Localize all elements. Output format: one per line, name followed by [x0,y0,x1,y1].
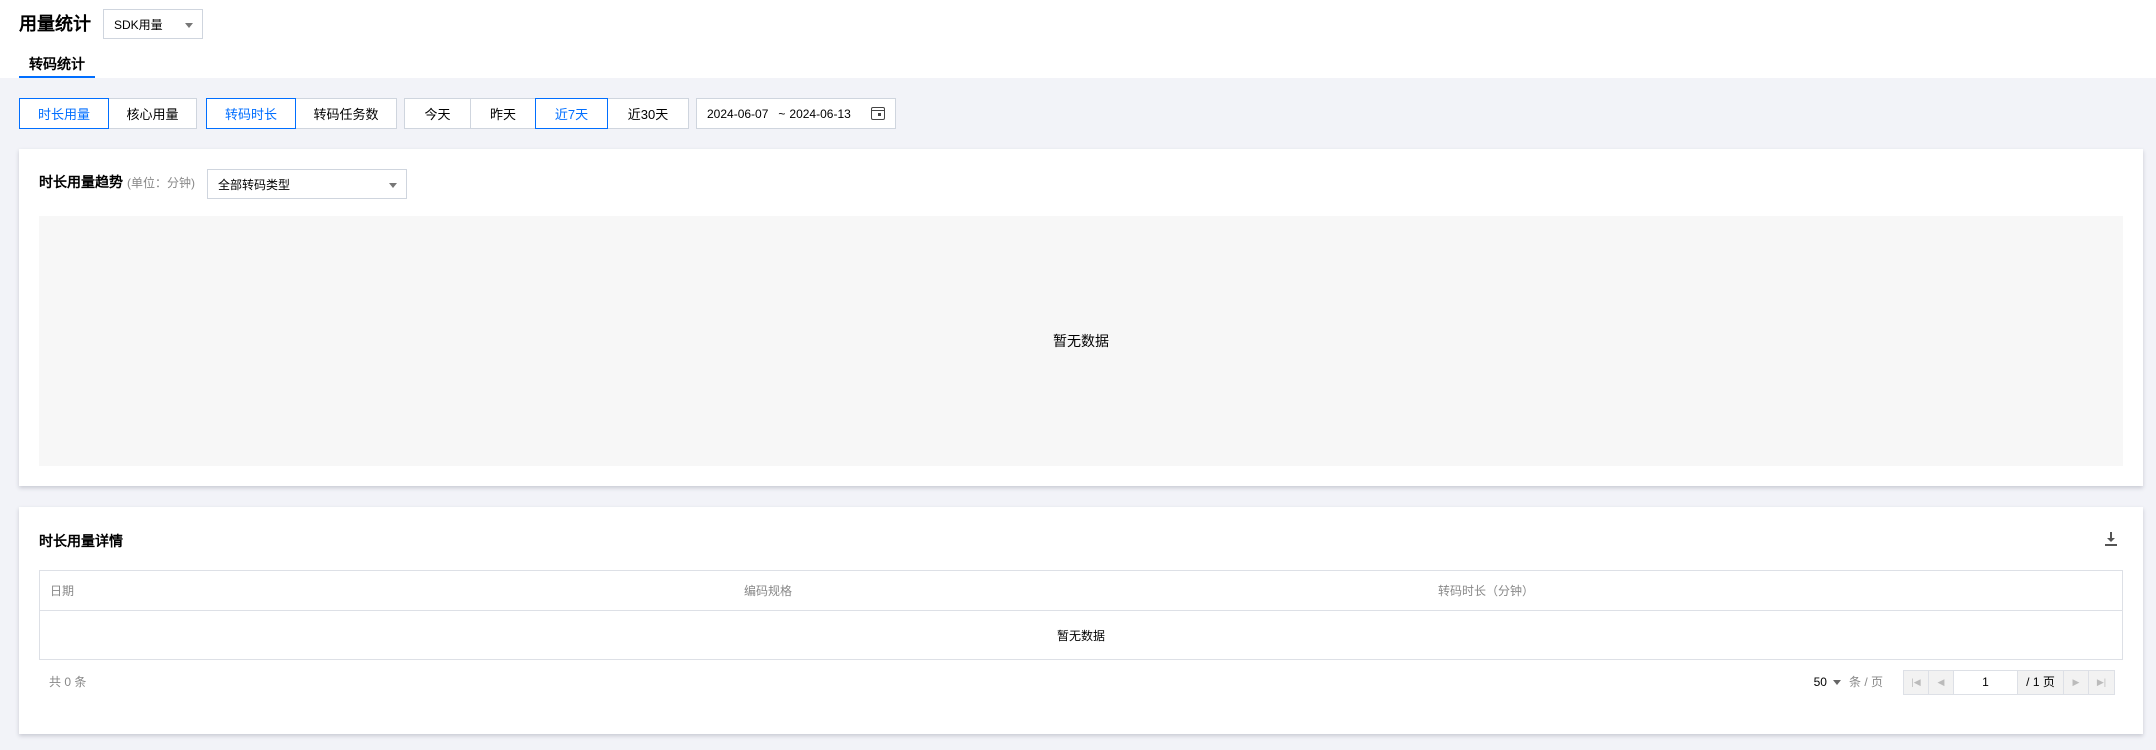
date-end: 2024-06-13 [789,106,851,121]
product-select[interactable]: SDK用量 [103,9,203,39]
date-separator: ~ [778,106,786,121]
column-date: 日期 [50,584,75,598]
transcode-type-select[interactable]: 全部转码类型 [207,169,407,199]
chevron-down-icon [389,183,397,188]
page-navigator: |◀ ◀ 1 / 1 页 ▶ ▶| [1903,670,2115,695]
page-total: / 1 页 [2018,671,2064,694]
page-size-select[interactable]: 50 条 / 页 [1814,670,1883,695]
date-range-group: 今天 昨天 近7天 近30天 [404,98,689,129]
chart-empty-state: 暂无数据 [39,216,2123,466]
first-page-icon[interactable]: |◀ [1904,671,1929,694]
tab-transcode-stats[interactable]: 转码统计 [19,55,95,78]
chevron-down-icon [1832,680,1841,685]
detail-table: 日期 编码规格 转码时长（分钟） 暂无数据 [39,570,2123,660]
total-count: 共 0 条 [49,675,87,689]
page-size-unit: 条 / 页 [1848,675,1883,689]
download-icon[interactable] [2105,532,2117,546]
detail-card: 时长用量详情 日期 编码规格 转码时长（分钟） 暂无数据 共 0 条 50 条 … [19,507,2143,734]
transcode-type-value: 全部转码类型 [218,177,291,192]
range-yesterday-button[interactable]: 昨天 [470,98,536,129]
page-title: 用量统计 [19,14,91,34]
usage-core-button[interactable]: 核心用量 [108,98,197,129]
range-7days-button[interactable]: 近7天 [535,98,608,129]
trend-title-text: 时长用量趋势 [39,174,123,190]
detail-title: 时长用量详情 [39,533,123,549]
page-size-value: 50 [1813,675,1827,689]
last-page-icon[interactable]: ▶| [2089,671,2114,694]
page-number-input[interactable]: 1 [1954,671,2018,694]
usage-type-group: 时长用量 核心用量 [19,98,197,129]
table-header: 日期 编码规格 转码时长（分钟） [40,571,2122,611]
next-page-icon[interactable]: ▶ [2064,671,2089,694]
trend-title: 时长用量趋势 (单位：分钟) [39,172,195,192]
trend-unit: (单位：分钟) [127,176,195,190]
column-encoding-spec: 编码规格 [744,584,793,598]
calendar-icon[interactable] [871,107,885,120]
column-transcode-duration: 转码时长（分钟） [1438,584,1535,598]
table-empty-state: 暂无数据 [1056,628,1105,643]
product-select-value: SDK用量 [114,17,163,32]
range-today-button[interactable]: 今天 [404,98,471,129]
metric-transcode-tasks-button[interactable]: 转码任务数 [295,98,397,129]
date-start: 2024-06-07 [707,106,769,121]
trend-card: 时长用量趋势 (单位：分钟) 全部转码类型 暂无数据 [19,149,2143,486]
metric-transcode-duration-button[interactable]: 转码时长 [206,98,296,129]
usage-duration-button[interactable]: 时长用量 [19,98,109,129]
prev-page-icon[interactable]: ◀ [1929,671,1954,694]
page-header: 用量统计 SDK用量 转码统计 [0,0,2156,78]
date-range-picker[interactable]: 2024-06-07 ~ 2024-06-13 [696,98,896,129]
metric-group: 转码时长 转码任务数 [206,98,397,129]
range-30days-button[interactable]: 近30天 [607,98,689,129]
pagination: 共 0 条 50 条 / 页 |◀ ◀ 1 / 1 页 ▶ ▶| [39,670,2123,695]
chevron-down-icon [185,23,193,28]
